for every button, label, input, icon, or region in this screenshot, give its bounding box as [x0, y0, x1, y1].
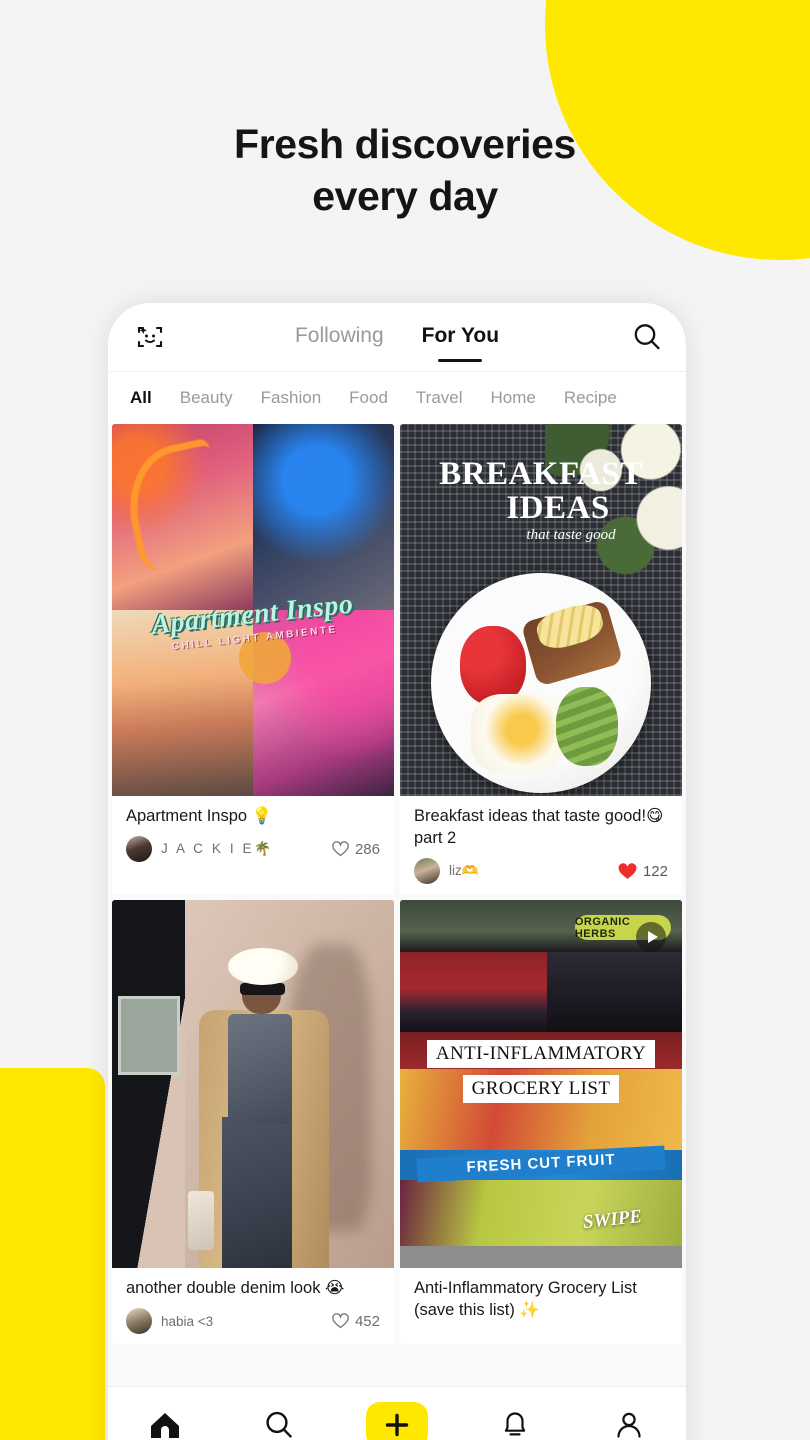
nav-notifications-button[interactable] — [488, 1403, 542, 1440]
promo-screenshot: Fresh discoveries every day Following Fo… — [0, 0, 810, 1440]
nav-profile-button[interactable] — [602, 1403, 656, 1440]
heart-outline-icon — [332, 1313, 349, 1329]
card-overlay-caption: BREAKFAST IDEAS that taste good — [400, 457, 682, 544]
card-thumbnail[interactable]: BREAKFAST IDEAS that taste good — [400, 424, 682, 796]
card-author[interactable]: liz🫶 — [449, 863, 479, 879]
decorative-yellow-bar — [0, 1068, 105, 1440]
search-icon[interactable] — [630, 320, 664, 354]
card-meta: another double denim look 😭 habia <3 452 — [112, 1268, 394, 1344]
overlay-line-2: IDEAS — [506, 490, 610, 527]
like-count: 286 — [354, 840, 380, 858]
avatar[interactable] — [414, 858, 440, 884]
apartment-collage-art — [112, 424, 394, 796]
nav-search-button[interactable] — [252, 1403, 306, 1440]
overlay-line-1: BREAKFAST — [439, 456, 643, 493]
category-chip-all[interactable]: All — [130, 388, 152, 408]
card-thumbnail[interactable]: ORGANIC HERBS FRESH CUT FRUIT ANTI-INFLA… — [400, 900, 682, 1268]
tab-for-you[interactable]: For You — [422, 324, 499, 350]
category-chip-home[interactable]: Home — [491, 388, 536, 408]
headline-line-1: Fresh discoveries — [234, 121, 576, 167]
feed-tabs: Following For You — [108, 303, 686, 371]
card-meta: Apartment Inspo 💡 J A C K I E🌴 286 — [112, 796, 394, 872]
like-counter[interactable]: 122 — [618, 863, 668, 880]
feed-card[interactable]: ORGANIC HERBS FRESH CUT FRUIT ANTI-INFLA… — [400, 900, 682, 1344]
category-filter-bar: All Beauty Fashion Food Travel Home Reci… — [108, 371, 686, 424]
category-chip-travel[interactable]: Travel — [416, 388, 463, 408]
tab-following[interactable]: Following — [295, 324, 384, 350]
nav-create-button[interactable] — [366, 1402, 428, 1440]
feed-card[interactable]: another double denim look 😭 habia <3 452 — [112, 900, 394, 1344]
card-meta: Breakfast ideas that taste good!😋 part 2… — [400, 796, 682, 894]
category-chip-food[interactable]: Food — [349, 388, 388, 408]
bell-icon — [504, 1412, 526, 1436]
heart-filled-icon — [618, 862, 637, 879]
avatar[interactable] — [126, 836, 152, 862]
card-thumbnail[interactable]: Apartment Inspo CHILL LIGHT AMBIENTE — [112, 424, 394, 796]
avatar[interactable] — [126, 1308, 152, 1334]
overlay-line-2: GROCERY LIST — [462, 1074, 620, 1103]
card-title: Breakfast ideas that taste good!😋 part 2 — [414, 807, 664, 847]
card-author[interactable]: habia <3 — [161, 1314, 213, 1329]
profile-icon — [617, 1412, 641, 1438]
smiley-decor — [238, 632, 291, 685]
card-title: Anti-Inflammatory Grocery List (save thi… — [414, 1279, 637, 1319]
play-icon[interactable] — [636, 922, 666, 952]
like-count: 452 — [354, 1312, 380, 1330]
feed-card[interactable]: BREAKFAST IDEAS that taste good Breakfas… — [400, 424, 682, 894]
search-icon — [266, 1411, 292, 1438]
card-title: another double denim look 😭 — [126, 1279, 345, 1297]
heart-outline-icon — [332, 841, 349, 857]
app-top-bar: Following For You — [108, 303, 686, 371]
overlay-line-3: that taste good — [526, 527, 616, 544]
card-title: Apartment Inspo 💡 — [126, 807, 273, 825]
category-chip-beauty[interactable]: Beauty — [180, 388, 233, 408]
face-scan-icon[interactable] — [130, 317, 170, 357]
phone-mockup: Following For You All Beauty Fashion Foo… — [108, 303, 686, 1440]
like-counter[interactable]: 452 — [332, 1313, 380, 1330]
plate-decor — [431, 572, 651, 793]
category-chip-recipe[interactable]: Recipe — [564, 388, 617, 408]
feed-card[interactable]: Apartment Inspo CHILL LIGHT AMBIENTE Apa… — [112, 424, 394, 894]
content-feed-grid[interactable]: Apartment Inspo CHILL LIGHT AMBIENTE Apa… — [108, 424, 686, 1440]
like-counter[interactable]: 286 — [332, 841, 380, 858]
bottom-navigation-bar — [108, 1387, 686, 1440]
denim-photo-art — [112, 900, 394, 1268]
plus-icon — [385, 1413, 409, 1437]
card-meta: Anti-Inflammatory Grocery List (save thi… — [400, 1268, 682, 1331]
card-author[interactable]: J A C K I E🌴 — [161, 841, 274, 857]
category-chip-fashion[interactable]: Fashion — [261, 388, 321, 408]
like-count: 122 — [642, 862, 668, 880]
overlay-line-1: ANTI-INFLAMMATORY — [426, 1039, 656, 1068]
card-thumbnail[interactable] — [112, 900, 394, 1268]
headline-line-2: every day — [312, 173, 498, 219]
home-icon — [151, 1413, 179, 1438]
card-overlay-caption: ANTI-INFLAMMATORY GROCERY LIST — [400, 1039, 682, 1103]
promo-headline: Fresh discoveries every day — [0, 118, 810, 222]
nav-home-button[interactable] — [138, 1403, 192, 1440]
